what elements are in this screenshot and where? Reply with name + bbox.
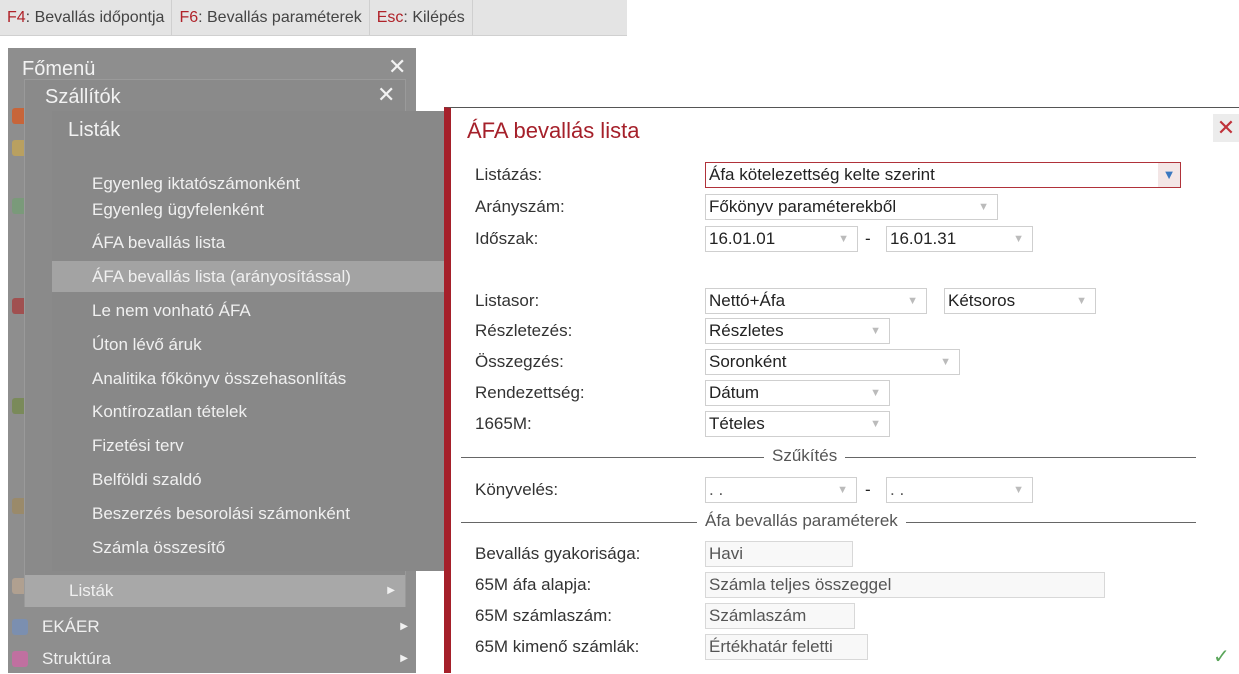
dropdown-arrow-icon: ▼ bbox=[1076, 295, 1087, 307]
param-value: Értékhatár feletti bbox=[705, 634, 868, 660]
reszletezes-select[interactable]: Részletes ▼ bbox=[705, 318, 890, 344]
submenu-arrow-icon: ▶ bbox=[387, 585, 395, 596]
main-menu-title: Főmenü bbox=[22, 58, 96, 80]
ekaer-icon bbox=[12, 619, 28, 635]
idoszak-to-select[interactable]: 16.01.31 ▼ bbox=[886, 226, 1033, 252]
param-label: Bevallás gyakorisága: bbox=[475, 544, 641, 563]
lists-menu-title: Listák bbox=[68, 119, 121, 141]
szukites-section-title: Szűkítés bbox=[764, 446, 846, 466]
list-item[interactable]: Számla összesítő bbox=[52, 532, 445, 563]
close-main-menu-icon[interactable]: ✕ bbox=[388, 54, 406, 80]
list-item[interactable]: Belföldi szaldó bbox=[52, 464, 445, 495]
list-item[interactable]: Analitika főkönyv összehasonlítás bbox=[52, 363, 445, 394]
dropdown-arrow-icon: ▼ bbox=[940, 356, 951, 368]
konyveles-to-select[interactable]: . . ▼ bbox=[886, 477, 1033, 503]
param-label: 65M áfa alapja: bbox=[475, 575, 592, 594]
listasor-rows-select[interactable]: Kétsoros ▼ bbox=[944, 288, 1096, 314]
f4-shortcut[interactable]: F4: Bevallás időpontja bbox=[0, 0, 173, 35]
param-value: Havi bbox=[705, 541, 853, 567]
listazas-select[interactable]: Áfa kötelezettség kelte szerint ▼ bbox=[705, 162, 1181, 188]
suppliers-menu-title: Szállítók bbox=[45, 86, 121, 108]
osszegzes-select[interactable]: Soronként ▼ bbox=[705, 349, 960, 375]
aranyszam-select[interactable]: Főkönyv paraméterekből ▼ bbox=[705, 194, 998, 220]
listasor-select[interactable]: Nettó+Áfa ▼ bbox=[705, 288, 927, 314]
param-value: Számla teljes összeggel bbox=[705, 572, 1105, 598]
dropdown-arrow-icon: ▼ bbox=[870, 418, 881, 430]
konyveles-from-select[interactable]: . . ▼ bbox=[705, 477, 857, 503]
close-dialog-button[interactable]: ✕ bbox=[1213, 114, 1239, 142]
shortcut-toolbar: F4: Bevallás időpontja F6: Bevallás para… bbox=[0, 0, 627, 36]
main-menu-item-struktura[interactable]: Struktúra ▶ bbox=[8, 643, 416, 674]
close-suppliers-menu-icon[interactable]: ✕ bbox=[377, 82, 395, 108]
rendezettseg-label: Rendezettség: bbox=[475, 383, 585, 402]
listazas-label: Listázás: bbox=[475, 165, 543, 184]
dropdown-arrow-icon: ▼ bbox=[870, 387, 881, 399]
list-item[interactable]: Egyenleg ügyfelenként bbox=[52, 194, 445, 225]
dropdown-arrow-icon: ▼ bbox=[1013, 233, 1024, 245]
param-label: 65M számlaszám: bbox=[475, 606, 612, 625]
range-dash: - bbox=[865, 480, 871, 499]
idoszak-from-select[interactable]: 16.01.01 ▼ bbox=[705, 226, 858, 252]
dropdown-arrow-icon: ▼ bbox=[907, 295, 918, 307]
osszegzes-label: Összegzés: bbox=[475, 352, 564, 371]
submenu-arrow-icon: ▶ bbox=[400, 653, 408, 664]
dropdown-arrow-icon: ▼ bbox=[870, 325, 881, 337]
m1665-select[interactable]: Tételes ▼ bbox=[705, 411, 890, 437]
dialog-title: ÁFA bevallás lista bbox=[467, 118, 640, 143]
list-item[interactable]: Kontírozatlan tételek bbox=[52, 396, 445, 427]
f6-shortcut[interactable]: F6: Bevallás paraméterek bbox=[172, 0, 370, 35]
list-item[interactable]: Úton lévő áruk bbox=[52, 329, 445, 360]
idoszak-label: Időszak: bbox=[475, 229, 539, 248]
list-item-highlighted[interactable]: ÁFA bevallás lista (arányosítással) bbox=[52, 261, 445, 292]
dropdown-arrow-icon: ▼ bbox=[1013, 484, 1024, 496]
params-section-title: Áfa bevallás paraméterek bbox=[697, 511, 906, 531]
struktura-icon bbox=[12, 651, 28, 667]
dropdown-arrow-icon: ▼ bbox=[838, 233, 849, 245]
dropdown-arrow-icon: ▼ bbox=[837, 484, 848, 496]
suppliers-menu-item-listak[interactable]: Listák ▶ bbox=[25, 575, 405, 607]
list-item[interactable]: ÁFA bevallás lista bbox=[52, 227, 445, 258]
param-value: Számlaszám bbox=[705, 603, 855, 629]
lists-menu: Listák Egyenleg iktatószámonként Egyenle… bbox=[52, 111, 445, 571]
listasor-label: Listasor: bbox=[475, 291, 540, 310]
list-item[interactable]: Beszerzés besorolási számonként bbox=[52, 498, 445, 529]
list-item[interactable]: Le nem vonható ÁFA bbox=[52, 295, 445, 326]
esc-shortcut[interactable]: Esc: Kilépés bbox=[370, 0, 473, 35]
afa-report-dialog: ÁFA bevallás lista ✕ Listázás: Áfa kötel… bbox=[444, 107, 1239, 673]
konyveles-label: Könyvelés: bbox=[475, 480, 559, 499]
range-dash: - bbox=[865, 229, 871, 248]
ok-checkmark-icon[interactable]: ✓ bbox=[1213, 644, 1230, 669]
reszletezes-label: Részletezés: bbox=[475, 321, 573, 340]
dropdown-arrow-icon: ▼ bbox=[978, 201, 989, 213]
rendezettseg-select[interactable]: Dátum ▼ bbox=[705, 380, 890, 406]
dropdown-arrow-icon: ▼ bbox=[1158, 163, 1180, 187]
param-label: 65M kimenő számlák: bbox=[475, 637, 640, 656]
list-item[interactable]: Fizetési terv bbox=[52, 430, 445, 461]
aranyszam-label: Arányszám: bbox=[475, 197, 565, 216]
submenu-arrow-icon: ▶ bbox=[400, 621, 408, 632]
main-menu-item-ekaer[interactable]: EKÁER ▶ bbox=[8, 611, 416, 642]
m1665-label: 1665M: bbox=[475, 414, 532, 433]
